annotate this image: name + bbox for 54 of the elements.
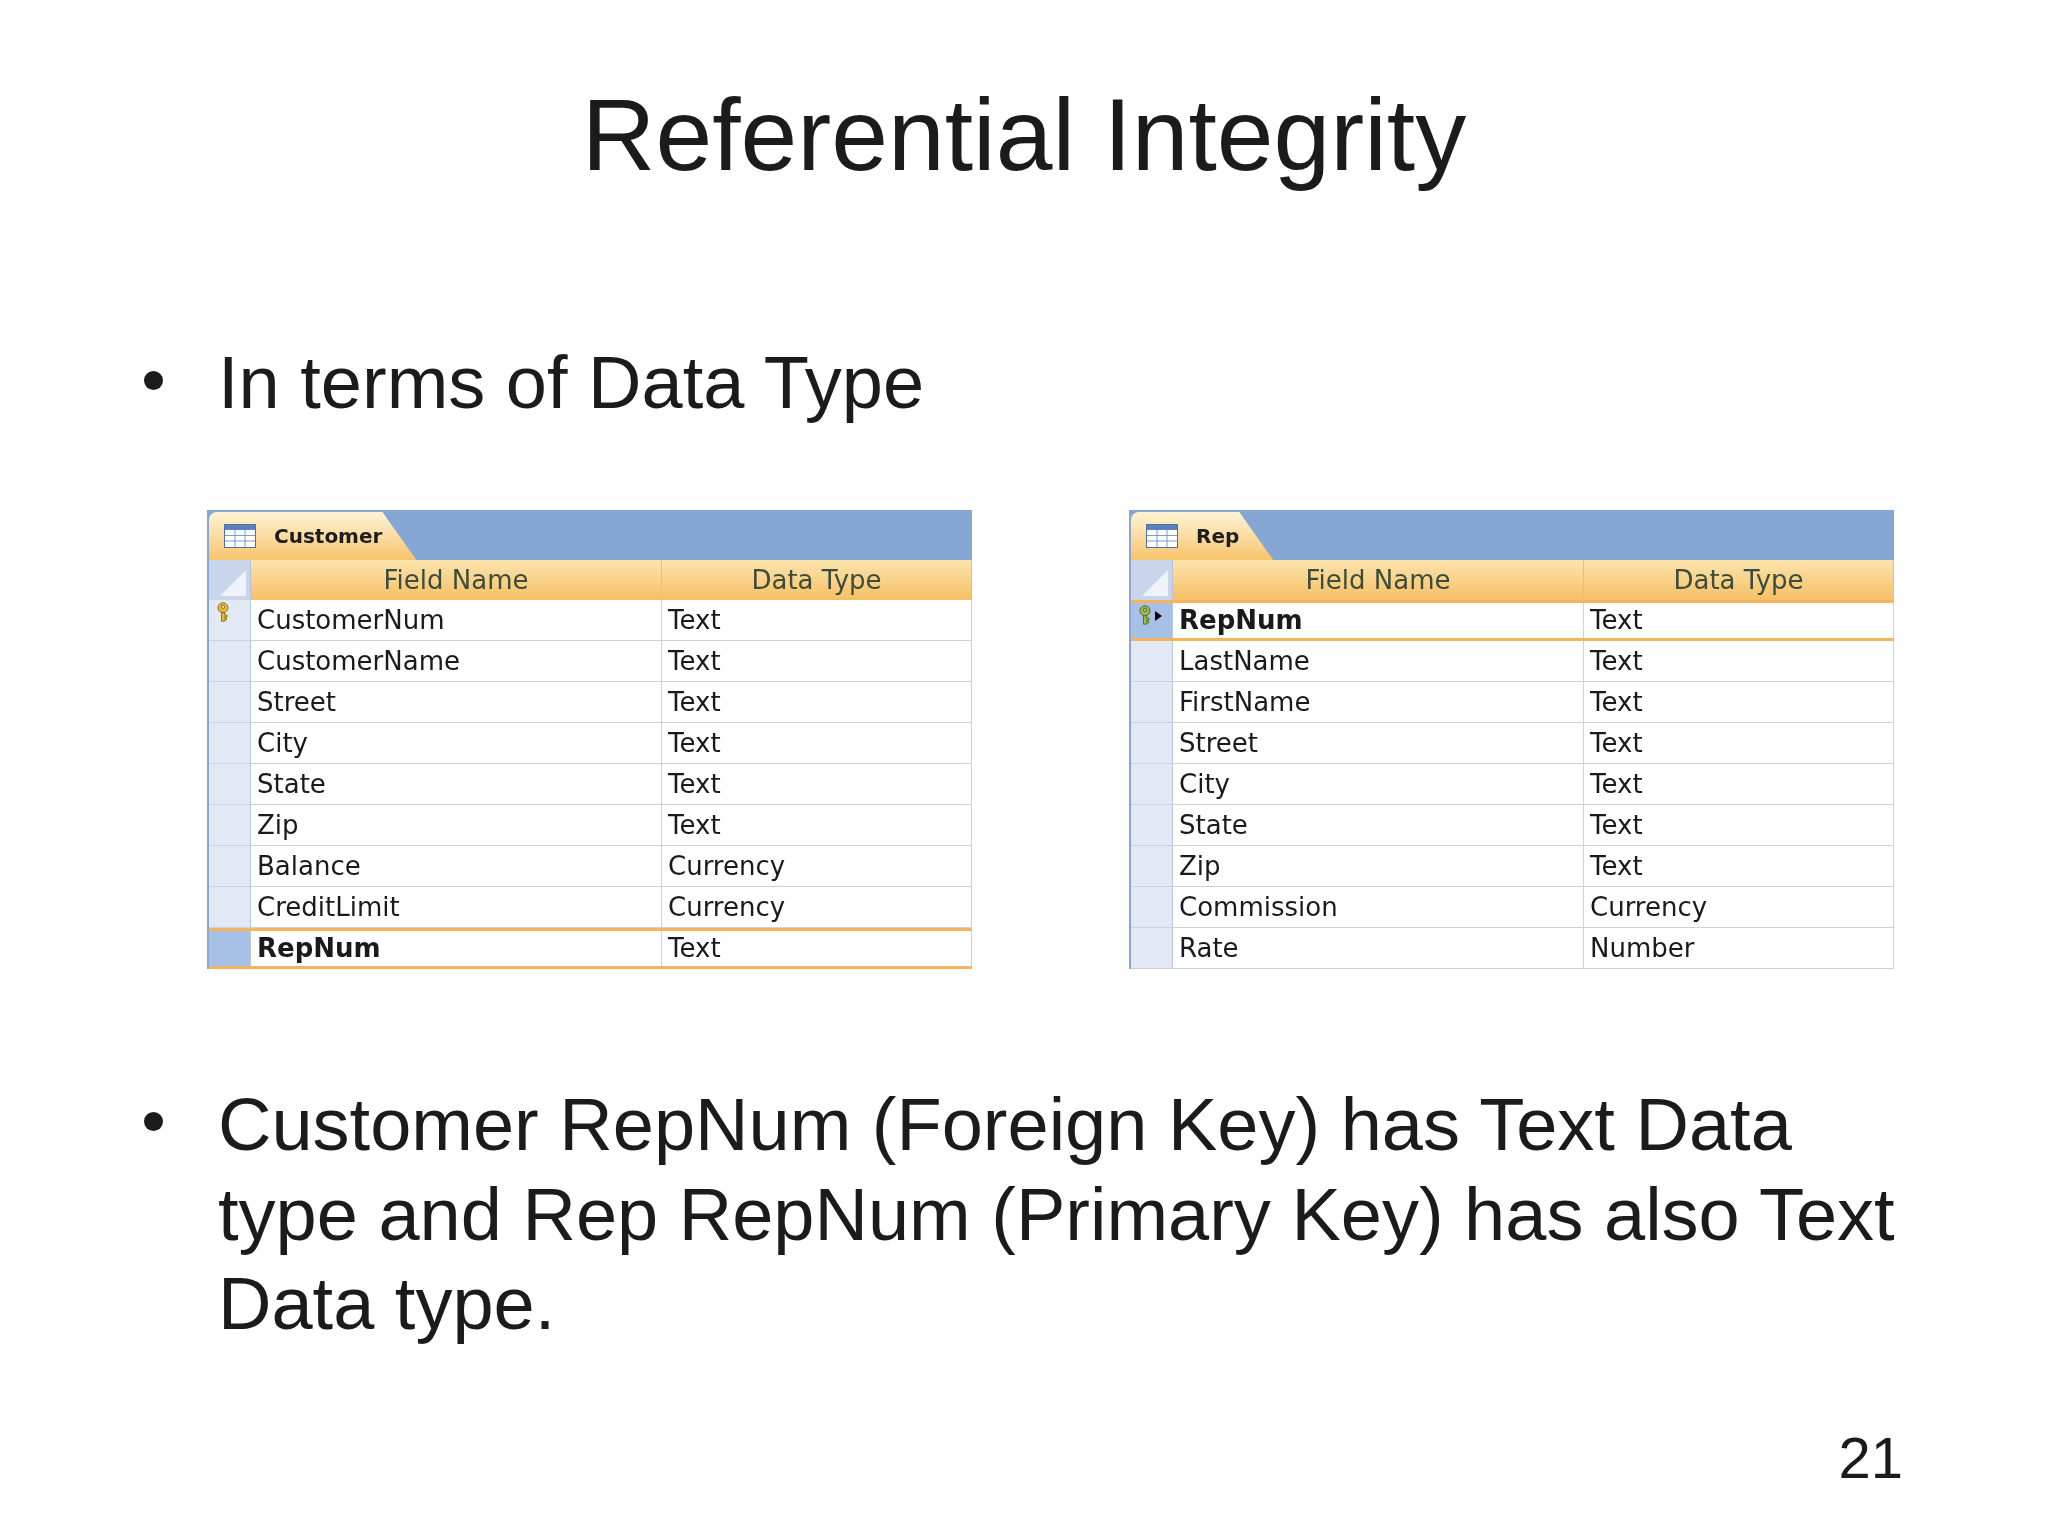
table-cell: CustomerName (251, 641, 662, 681)
table-cell: Street (1173, 723, 1584, 763)
table-cell: Text (662, 600, 972, 640)
table-cell: State (1173, 805, 1584, 845)
table-cell: Text (1584, 805, 1894, 845)
bullet-icon (144, 1112, 163, 1131)
table-cell: Text (662, 723, 972, 763)
table-cell: Text (662, 682, 972, 722)
table-cell: Text (662, 931, 972, 966)
table-cell: Text (1584, 764, 1894, 804)
table-icon (224, 524, 256, 548)
select-all-button[interactable] (209, 560, 251, 600)
corner-triangle-icon (1142, 570, 1168, 596)
table-cell: City (1173, 764, 1584, 804)
table-icon (1146, 524, 1178, 548)
table-cell: RepNum (1173, 603, 1584, 638)
table-tab[interactable]: Customer (209, 512, 417, 560)
table-cell: LastName (1173, 641, 1584, 681)
bullet-text: In terms of Data Type (218, 340, 925, 426)
table-tab[interactable]: Rep (1131, 512, 1274, 560)
table-cell: Street (251, 682, 662, 722)
table-cell: Currency (1584, 887, 1894, 927)
bullet-icon (144, 371, 163, 390)
table-cell: RepNum (251, 931, 662, 966)
table-cell: Rate (1173, 928, 1584, 968)
table-cell: Balance (251, 846, 662, 886)
table-cell: Commission (1173, 887, 1584, 927)
row-selector[interactable] (1131, 603, 1173, 638)
table-cell: Text (1584, 603, 1894, 638)
slide-title: Referential Integrity (581, 77, 1467, 194)
table-cell: State (251, 764, 662, 804)
corner-triangle-icon (220, 570, 246, 596)
table-cell: Text (1584, 846, 1894, 886)
table-cell: Text (1584, 723, 1894, 763)
table-cell: Text (662, 641, 972, 681)
table-cell: Currency (662, 887, 972, 927)
table-cell: CustomerNum (251, 600, 662, 640)
page-number: 21 (1838, 1423, 1903, 1492)
table-cell: Number (1584, 928, 1894, 968)
table-cell: Zip (251, 805, 662, 845)
column-header: Data Type (662, 560, 972, 600)
table-cell: Text (662, 805, 972, 845)
table-cell: Zip (1173, 846, 1584, 886)
table-cell: Text (1584, 682, 1894, 722)
table-cell: CreditLimit (251, 887, 662, 927)
table-cell: FirstName (1173, 682, 1584, 722)
column-header: Data Type (1584, 560, 1894, 600)
column-header: Field Name (1173, 560, 1584, 600)
table-cell: Text (662, 764, 972, 804)
bullet-text: Customer RepNum (Foreign Key) has Text Data type and Rep RepNum (Primary Key) has also Text Data type. (218, 1082, 1896, 1347)
table-cell: Text (1584, 641, 1894, 681)
table-cell: Currency (662, 846, 972, 886)
table-cell: City (251, 723, 662, 763)
column-header: Field Name (251, 560, 662, 600)
